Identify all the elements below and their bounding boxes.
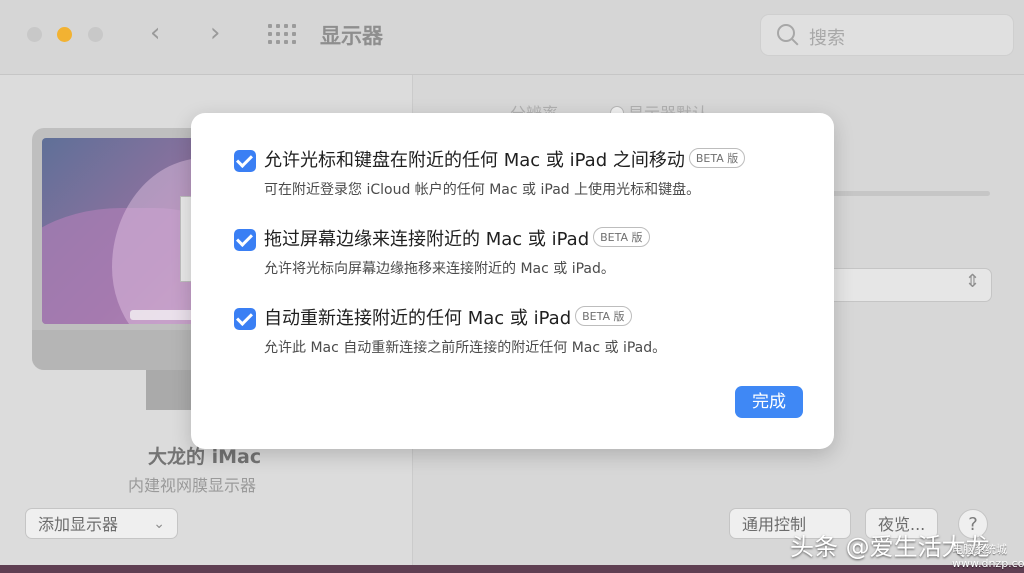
system-preferences-window: ‹ › 显示器 搜索 大龙的 iMac 内建视网膜显示器 添加显示器 ⌄ 分辨率… [0, 0, 1024, 573]
universal-control-dialog: 允许光标和键盘在附近的任何 Mac 或 iPad 之间移动 BETA 版 可在附近… [191, 113, 834, 449]
search-placeholder: 搜索 [809, 28, 845, 49]
select-chevrons-icon: ⇕ [965, 271, 981, 292]
option-move-cursor: 允许光标和键盘在附近的任何 Mac 或 iPad 之间移动 BETA 版 可在附近… [234, 146, 814, 206]
window-title: 显示器 [320, 24, 383, 48]
checkmark-icon[interactable] [234, 308, 256, 330]
checkmark-icon[interactable] [234, 229, 256, 251]
add-display-button[interactable]: 添加显示器 ⌄ [25, 508, 178, 539]
beta-badge: BETA 版 [688, 148, 746, 168]
option-title-text: 拖过屏幕边缘来连接附近的 Mac 或 iPad [264, 229, 590, 250]
beta-badge: BETA 版 [593, 227, 650, 247]
display-subtitle: 内建视网膜显示器 [128, 476, 257, 495]
option-description: 允许将光标向屏幕边缘拖移来连接附近的 Mac 或 iPad。 [264, 261, 615, 277]
option-auto-reconnect: 自动重新连接附近的任何 Mac 或 iPad BETA 版 允许此 Mac 自动重… [234, 304, 814, 364]
option-title-text: 自动重新连接附近的任何 Mac 或 iPad [264, 308, 572, 329]
titlebar: ‹ › 显示器 搜索 [0, 0, 1024, 75]
done-button[interactable]: 完成 [735, 386, 803, 418]
option-title-text: 允许光标和键盘在附近的任何 Mac 或 iPad 之间移动 [264, 150, 685, 171]
option-description: 可在附近登录您 iCloud 帐户的任何 Mac 或 iPad 上使用光标和键盘… [264, 182, 701, 198]
search-icon [777, 24, 795, 42]
grid-icon[interactable] [268, 24, 296, 46]
option-drag-edge: 拖过屏幕边缘来连接附近的 Mac 或 iPad BETA 版 允许将光标向屏幕边缘… [234, 225, 814, 285]
zoom-button[interactable] [88, 27, 103, 42]
imac-stand [146, 370, 192, 410]
option-description: 允许此 Mac 自动重新连接之前所连接的附近任何 Mac 或 iPad。 [264, 340, 667, 356]
close-button[interactable] [27, 27, 42, 42]
chevron-right-icon[interactable]: › [210, 18, 220, 48]
chevron-down-icon: ⌄ [153, 516, 165, 532]
add-display-label: 添加显示器 [38, 515, 119, 534]
option-title: 拖过屏幕边缘来连接附近的 Mac 或 iPad BETA 版 [264, 225, 650, 251]
beta-badge: BETA 版 [575, 306, 632, 326]
brightness-slider[interactable] [830, 191, 990, 196]
option-title: 自动重新连接附近的任何 Mac 或 iPad BETA 版 [264, 304, 632, 330]
minimize-button[interactable] [57, 27, 72, 42]
search-input[interactable]: 搜索 [760, 14, 1014, 56]
watermark-site: 电脑系统城 www.dnzp.com [952, 543, 1024, 570]
desktop-strip [0, 565, 1024, 573]
option-title: 允许光标和键盘在附近的任何 Mac 或 iPad 之间移动 BETA 版 [264, 146, 746, 172]
checkmark-icon[interactable] [234, 150, 256, 172]
chevron-left-icon[interactable]: ‹ [150, 18, 160, 48]
